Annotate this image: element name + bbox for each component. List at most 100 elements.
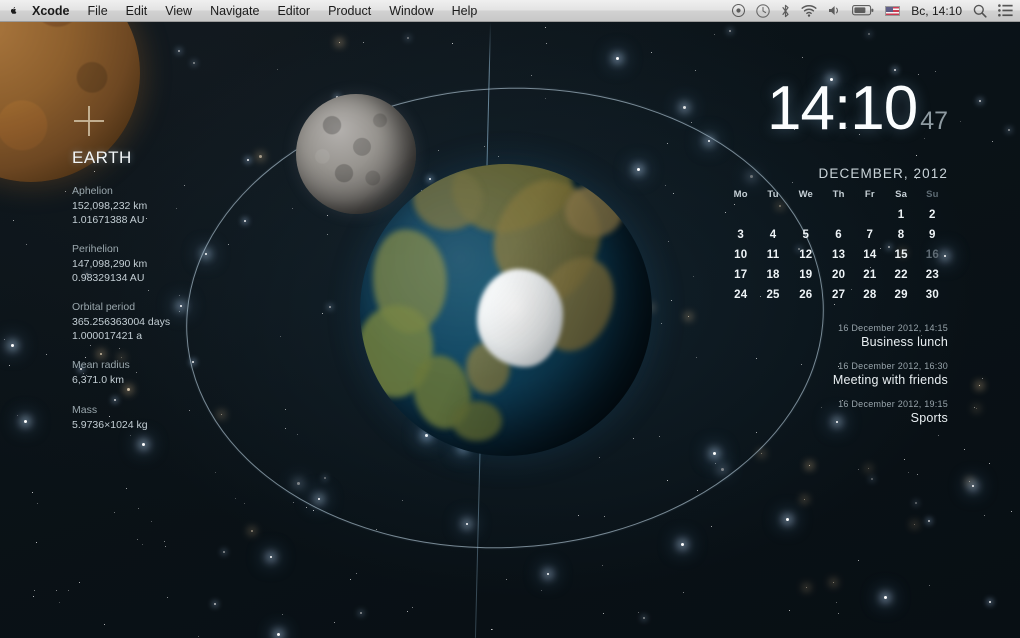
menu-item-file[interactable]: File (79, 0, 117, 22)
calendar-day-cell[interactable]: 19 (789, 265, 823, 285)
calendar-day-cell[interactable]: 11 (757, 245, 788, 265)
calendar-weekday-mo: Mo (724, 187, 757, 205)
star (142, 544, 143, 545)
star (603, 613, 604, 614)
calendar-day-cell[interactable]: 21 (854, 265, 885, 285)
calendar-day-cell[interactable]: 17 (724, 265, 757, 285)
calendar-day-cell[interactable]: 1 (885, 205, 916, 225)
menu-bar-status-group[interactable]: Bc, 14:10 (732, 4, 1020, 18)
planet-fact-label: Aphelion (72, 184, 262, 198)
calendar-day-cell[interactable]: 16 (917, 245, 948, 265)
star (360, 612, 362, 614)
calendar-day-empty (823, 205, 854, 225)
star (407, 611, 408, 612)
star (638, 612, 639, 613)
calendar-day-cell[interactable]: 18 (757, 265, 788, 285)
calendar-day-cell[interactable]: 22 (885, 265, 916, 285)
star (293, 502, 294, 503)
menu-bar-clock[interactable]: Bc, 14:10 (911, 4, 962, 18)
battery-icon[interactable] (852, 5, 874, 16)
calendar-day-cell[interactable]: 12 (789, 245, 823, 265)
calendar-day-cell[interactable]: 2 (917, 205, 948, 225)
calendar-day-cell[interactable]: 24 (724, 285, 757, 305)
planet-fact-label: Perihelion (72, 242, 262, 256)
menu-item-navigate[interactable]: Navigate (201, 0, 268, 22)
star (36, 542, 37, 543)
star (277, 69, 278, 70)
menu-item-view[interactable]: View (156, 0, 201, 22)
calendar-day-cell[interactable]: 10 (724, 245, 757, 265)
calendar-day-cell[interactable]: 8 (885, 225, 916, 245)
calendar-grid[interactable]: MoTuWeThFrSaSu 1234567891011121314151617… (724, 187, 948, 305)
calendar-day-empty (789, 205, 823, 225)
menu-bar-items[interactable]: XcodeFileEditViewNavigateEditorProductWi… (23, 0, 486, 22)
calendar-day-rows[interactable]: 1234567891011121314151617181920212223242… (724, 205, 948, 305)
star (531, 75, 532, 76)
star (65, 191, 66, 192)
star (904, 459, 905, 460)
star (976, 408, 977, 409)
star (683, 106, 686, 109)
mac-menu-bar[interactable]: XcodeFileEditViewNavigateEditorProductWi… (0, 0, 1020, 22)
star (683, 592, 684, 593)
moon-globe (296, 94, 416, 214)
events-list[interactable]: 16 December 2012, 14:15Business lunch 16 … (724, 323, 948, 425)
star (918, 74, 919, 75)
notification-center-icon[interactable] (998, 4, 1013, 17)
wifi-icon[interactable] (801, 4, 817, 17)
star (198, 636, 199, 637)
star (363, 42, 364, 43)
star (545, 27, 546, 28)
spotlight-search-icon[interactable] (973, 4, 987, 18)
calendar-day-cell[interactable]: 29 (885, 285, 916, 305)
calendar-day-cell[interactable]: 28 (854, 285, 885, 305)
star (37, 503, 38, 504)
event-timestamp: 16 December 2012, 19:15 (724, 399, 948, 409)
calendar-day-cell[interactable]: 20 (823, 265, 854, 285)
calendar-day-cell[interactable]: 3 (724, 225, 757, 245)
event-item[interactable]: 16 December 2012, 16:30Meeting with frie… (724, 361, 948, 387)
star (407, 37, 409, 39)
calendar-day-cell[interactable]: 27 (823, 285, 854, 305)
calendar-day-cell[interactable]: 26 (789, 285, 823, 305)
event-item[interactable]: 16 December 2012, 14:15Business lunch (724, 323, 948, 349)
time-machine-clock-icon[interactable] (756, 4, 770, 18)
calendar-day-cell[interactable]: 23 (917, 265, 948, 285)
star (928, 520, 930, 522)
star (138, 508, 139, 509)
calendar-day-cell[interactable]: 4 (757, 225, 788, 245)
apple-logo-icon[interactable] (9, 3, 23, 19)
calendar-day-cell[interactable]: 9 (917, 225, 948, 245)
event-item[interactable]: 16 December 2012, 19:15Sports (724, 399, 948, 425)
calendar-day-cell[interactable]: 25 (757, 285, 788, 305)
calendar-day-cell[interactable]: 13 (823, 245, 854, 265)
menu-item-edit[interactable]: Edit (117, 0, 157, 22)
earth-landmass (452, 401, 502, 441)
calendar-day-cell[interactable]: 6 (823, 225, 854, 245)
star (836, 602, 837, 603)
calendar-week-row: 17181920212223 (724, 265, 948, 285)
bluetooth-icon[interactable] (781, 4, 790, 18)
menu-item-window[interactable]: Window (380, 0, 442, 22)
calendar-day-cell[interactable]: 7 (854, 225, 885, 245)
star (137, 539, 138, 540)
us-flag-input-icon[interactable] (885, 6, 900, 16)
calendar-day-cell[interactable]: 15 (885, 245, 916, 265)
dropbox-icon[interactable] (732, 4, 745, 17)
star (11, 344, 14, 347)
volume-icon[interactable] (828, 4, 841, 17)
menu-item-editor[interactable]: Editor (268, 0, 319, 22)
menu-item-product[interactable]: Product (319, 0, 380, 22)
star (917, 474, 918, 475)
menu-item-xcode[interactable]: Xcode (23, 0, 79, 22)
calendar-day-cell[interactable]: 5 (789, 225, 823, 245)
menu-bar-left-group[interactable]: XcodeFileEditViewNavigateEditorProductWi… (0, 0, 486, 22)
clock-seconds: 47 (920, 107, 948, 135)
calendar-day-cell[interactable]: 30 (917, 285, 948, 305)
star (270, 556, 272, 558)
calendar-week-row: 24252627282930 (724, 285, 948, 305)
star (984, 515, 985, 516)
menu-item-help[interactable]: Help (443, 0, 487, 22)
star (34, 590, 35, 591)
calendar-day-cell[interactable]: 14 (854, 245, 885, 265)
